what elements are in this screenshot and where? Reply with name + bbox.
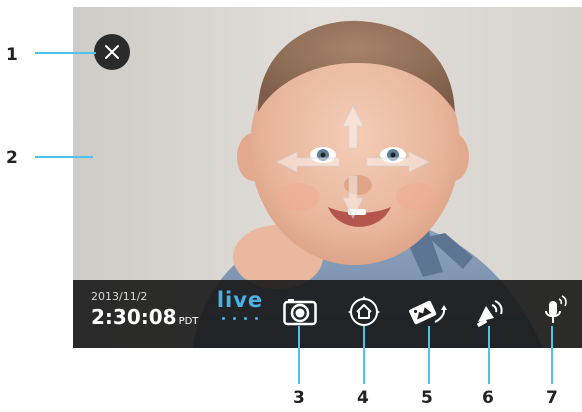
callout-5: 5 [421, 388, 433, 408]
callout-3: 3 [293, 388, 305, 408]
leader-line-2 [35, 156, 93, 158]
bottom-toolbar: 2013/11/2 2:30:08 PDT live [73, 280, 582, 348]
talk-button[interactable] [535, 292, 575, 332]
leader-line-1 [35, 52, 96, 54]
pan-tilt-arrows-icon[interactable] [273, 102, 433, 222]
callout-7: 7 [546, 388, 558, 408]
snapshot-button[interactable] [280, 292, 320, 332]
timezone-label: PDT [178, 316, 199, 327]
time-label: 2:30:08 [91, 305, 177, 329]
pan-view-icon [409, 300, 447, 325]
leader-line-6 [488, 326, 490, 384]
date-label: 2013/11/2 [91, 290, 148, 303]
callout-6: 6 [482, 388, 494, 408]
leader-line-5 [428, 326, 430, 384]
microphone-icon [545, 295, 567, 323]
live-label: live [216, 288, 264, 312]
live-dots [210, 317, 270, 320]
callout-2: 2 [6, 148, 18, 168]
callout-4: 4 [357, 388, 369, 408]
datetime: 2013/11/2 2:30:08 PDT [91, 290, 198, 329]
home-icon [348, 296, 380, 328]
callout-1: 1 [6, 45, 18, 65]
leader-line-3 [298, 326, 300, 384]
live-indicator: live [210, 290, 270, 320]
close-button[interactable] [94, 34, 130, 70]
camera-icon [283, 299, 317, 326]
leader-line-4 [363, 326, 365, 384]
leader-line-7 [551, 326, 553, 384]
siren-icon [477, 300, 503, 327]
close-icon [105, 45, 119, 59]
